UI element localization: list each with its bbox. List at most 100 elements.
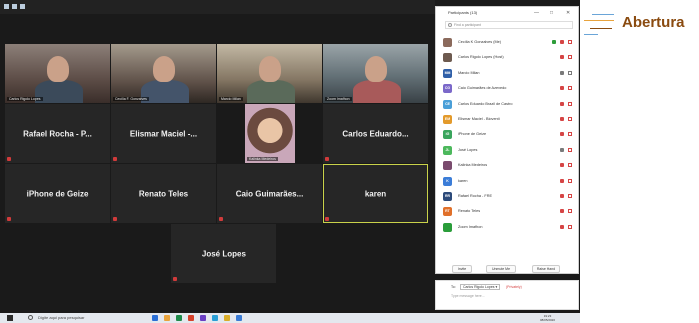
camera-off-icon[interactable]: [568, 116, 572, 121]
participant-row[interactable]: Carlos Rigolo Lopes (Host): [440, 50, 578, 65]
chat-recipient-select[interactable]: Carlos Rigolo Lopes ▾: [460, 284, 501, 290]
muted-mic-icon[interactable]: [560, 193, 564, 198]
close-button[interactable]: ✕: [566, 10, 570, 16]
participant-tile[interactable]: José Lopes: [171, 224, 277, 283]
taskbar-app-icon[interactable]: [164, 315, 170, 321]
muted-mic-icon[interactable]: [560, 101, 564, 106]
taskbar-app-icon[interactable]: [236, 315, 242, 321]
participant-video-label: Kalinka Medeiros: [247, 157, 278, 161]
taskbar-app-icon[interactable]: [212, 315, 218, 321]
participant-row[interactable]: Cecília K Gonzalves (Me): [440, 35, 578, 50]
participants-panel: Participants (13) — □ ✕ Find a participa…: [435, 6, 579, 274]
camera-off-icon[interactable]: [568, 178, 572, 183]
camera-off-icon[interactable]: [568, 209, 572, 214]
avatar: JL: [443, 145, 452, 155]
taskbar-app-icon[interactable]: [152, 315, 158, 321]
participant-row[interactable]: CG Caio Guimarães de Azevedo: [440, 81, 578, 96]
muted-mic-icon[interactable]: [560, 209, 564, 214]
participant-row[interactable]: Kkaren: [440, 174, 578, 189]
muted-mic-icon[interactable]: [560, 55, 564, 60]
participant-row-name: Renato Teles: [458, 209, 481, 214]
camera-off-icon[interactable]: [568, 147, 572, 152]
camera-off-icon[interactable]: [568, 55, 572, 60]
raise-hand-button[interactable]: Raise Hand: [532, 265, 560, 273]
participant-name: Rafael Rocha - P...: [23, 129, 92, 138]
camera-icon[interactable]: [568, 70, 572, 75]
camera-off-icon[interactable]: [568, 40, 572, 44]
taskbar-app-icon[interactable]: [200, 315, 206, 321]
participant-tile[interactable]: iPhone de Geize: [5, 164, 110, 223]
mic-icon[interactable]: [560, 147, 564, 152]
camera-off-icon[interactable]: [568, 193, 572, 198]
participant-list: Cecília K Gonzalves (Me) Carlos Rigolo Lo…: [440, 35, 578, 235]
participant-tile[interactable]: Elismar Maciel -...: [111, 104, 216, 163]
participant-row[interactable]: EM Elismar Maciel - Bioventi: [440, 112, 578, 127]
search-icon[interactable]: [28, 315, 33, 320]
camera-off-icon[interactable]: [568, 163, 572, 168]
participant-row[interactable]: Kalinka Medeiros: [440, 158, 578, 173]
participant-search-input[interactable]: Find a participant: [445, 21, 573, 29]
clock-date: 08/05/2020: [540, 318, 556, 322]
participant-row[interactable]: JL José Lopes: [440, 143, 578, 158]
participant-row-name: iPhone de Geize: [458, 132, 487, 137]
participant-tile[interactable]: Caio Guimarães...: [217, 164, 322, 223]
participant-row[interactable]: Zoom Imafhon: [440, 220, 578, 235]
camera-off-icon[interactable]: [568, 86, 572, 91]
taskbar-app-icon[interactable]: [224, 315, 230, 321]
muted-mic-icon: [113, 157, 117, 161]
person-silhouette: [247, 80, 295, 103]
participant-tile[interactable]: Zoom Imafhon: [323, 44, 428, 103]
muted-mic-icon[interactable]: [560, 224, 564, 229]
muted-mic-icon[interactable]: [560, 86, 564, 91]
minimize-button[interactable]: —: [534, 10, 539, 16]
muted-mic-icon[interactable]: [560, 132, 564, 137]
system-clock[interactable]: 19:23 08/05/2020: [540, 314, 555, 322]
taskbar-app-icon[interactable]: [176, 315, 182, 321]
person-head: [259, 56, 281, 82]
participant-tile[interactable]: Marcio Milan: [217, 44, 322, 103]
invite-button[interactable]: Invite: [452, 265, 472, 273]
participant-tile[interactable]: Carlos Eduardo...: [323, 104, 428, 163]
participant-row-name: Caio Guimarães de Azevedo: [458, 86, 507, 91]
participant-tile[interactable]: Kalinka Medeiros: [245, 104, 295, 163]
grid-icon[interactable]: [20, 4, 25, 9]
muted-mic-icon[interactable]: [560, 163, 564, 168]
camera-off-icon[interactable]: [568, 101, 572, 106]
participant-tile[interactable]: karen: [323, 164, 428, 223]
participant-row[interactable]: RR Rafael Rocha - FRE: [440, 189, 578, 204]
windows-start-icon[interactable]: [7, 315, 13, 321]
participant-row[interactable]: RT Renato Teles: [440, 204, 578, 219]
participant-row-name: José Lopes: [458, 147, 478, 152]
avatar: [443, 53, 452, 63]
participant-name: karen: [364, 189, 387, 198]
unmute-me-button[interactable]: Unmute Me: [486, 265, 516, 273]
camera-off-icon[interactable]: [568, 132, 572, 137]
participant-tile[interactable]: Cecília F. Gonzalves: [111, 44, 216, 103]
participant-row-name: Kalinka Medeiros: [458, 163, 488, 168]
muted-mic-icon[interactable]: [560, 178, 564, 183]
participant-name: Elismar Maciel -...: [129, 129, 198, 138]
participant-row[interactable]: CE Carlos Eduardo Brazil de Castro: [440, 97, 578, 112]
muted-mic-icon[interactable]: [560, 40, 564, 44]
participant-row[interactable]: iG iPhone de Geize: [440, 127, 578, 142]
participant-tile[interactable]: Rafael Rocha - P...: [5, 104, 110, 163]
chat-message-input[interactable]: Type message here...: [451, 294, 485, 298]
security-icon[interactable]: [4, 4, 9, 9]
muted-mic-icon: [7, 157, 11, 161]
view-icon[interactable]: [12, 4, 17, 9]
participant-tile[interactable]: Carlos Rigolo Lopes: [5, 44, 110, 103]
muted-mic-icon: [325, 157, 329, 161]
participant-row[interactable]: MM Marcio Milan: [440, 66, 578, 81]
taskbar-app-icon[interactable]: [188, 315, 194, 321]
avatar: [443, 38, 452, 47]
maximize-button[interactable]: □: [550, 10, 553, 16]
taskbar-search-input[interactable]: Digite aqui para pesquisar: [38, 315, 84, 320]
participant-tile[interactable]: Renato Teles: [111, 164, 216, 223]
camera-off-icon[interactable]: [568, 224, 572, 229]
participant-row-name: Rafael Rocha - FRE: [458, 193, 492, 198]
desktop-screenshot: Carlos Rigolo Lopes Cecília F. Gonzalves M…: [0, 0, 580, 323]
muted-mic-icon[interactable]: [560, 116, 564, 121]
participant-video-label: Zoom Imafhon: [325, 97, 352, 101]
mic-icon[interactable]: [560, 70, 564, 75]
muted-mic-icon: [219, 217, 223, 221]
